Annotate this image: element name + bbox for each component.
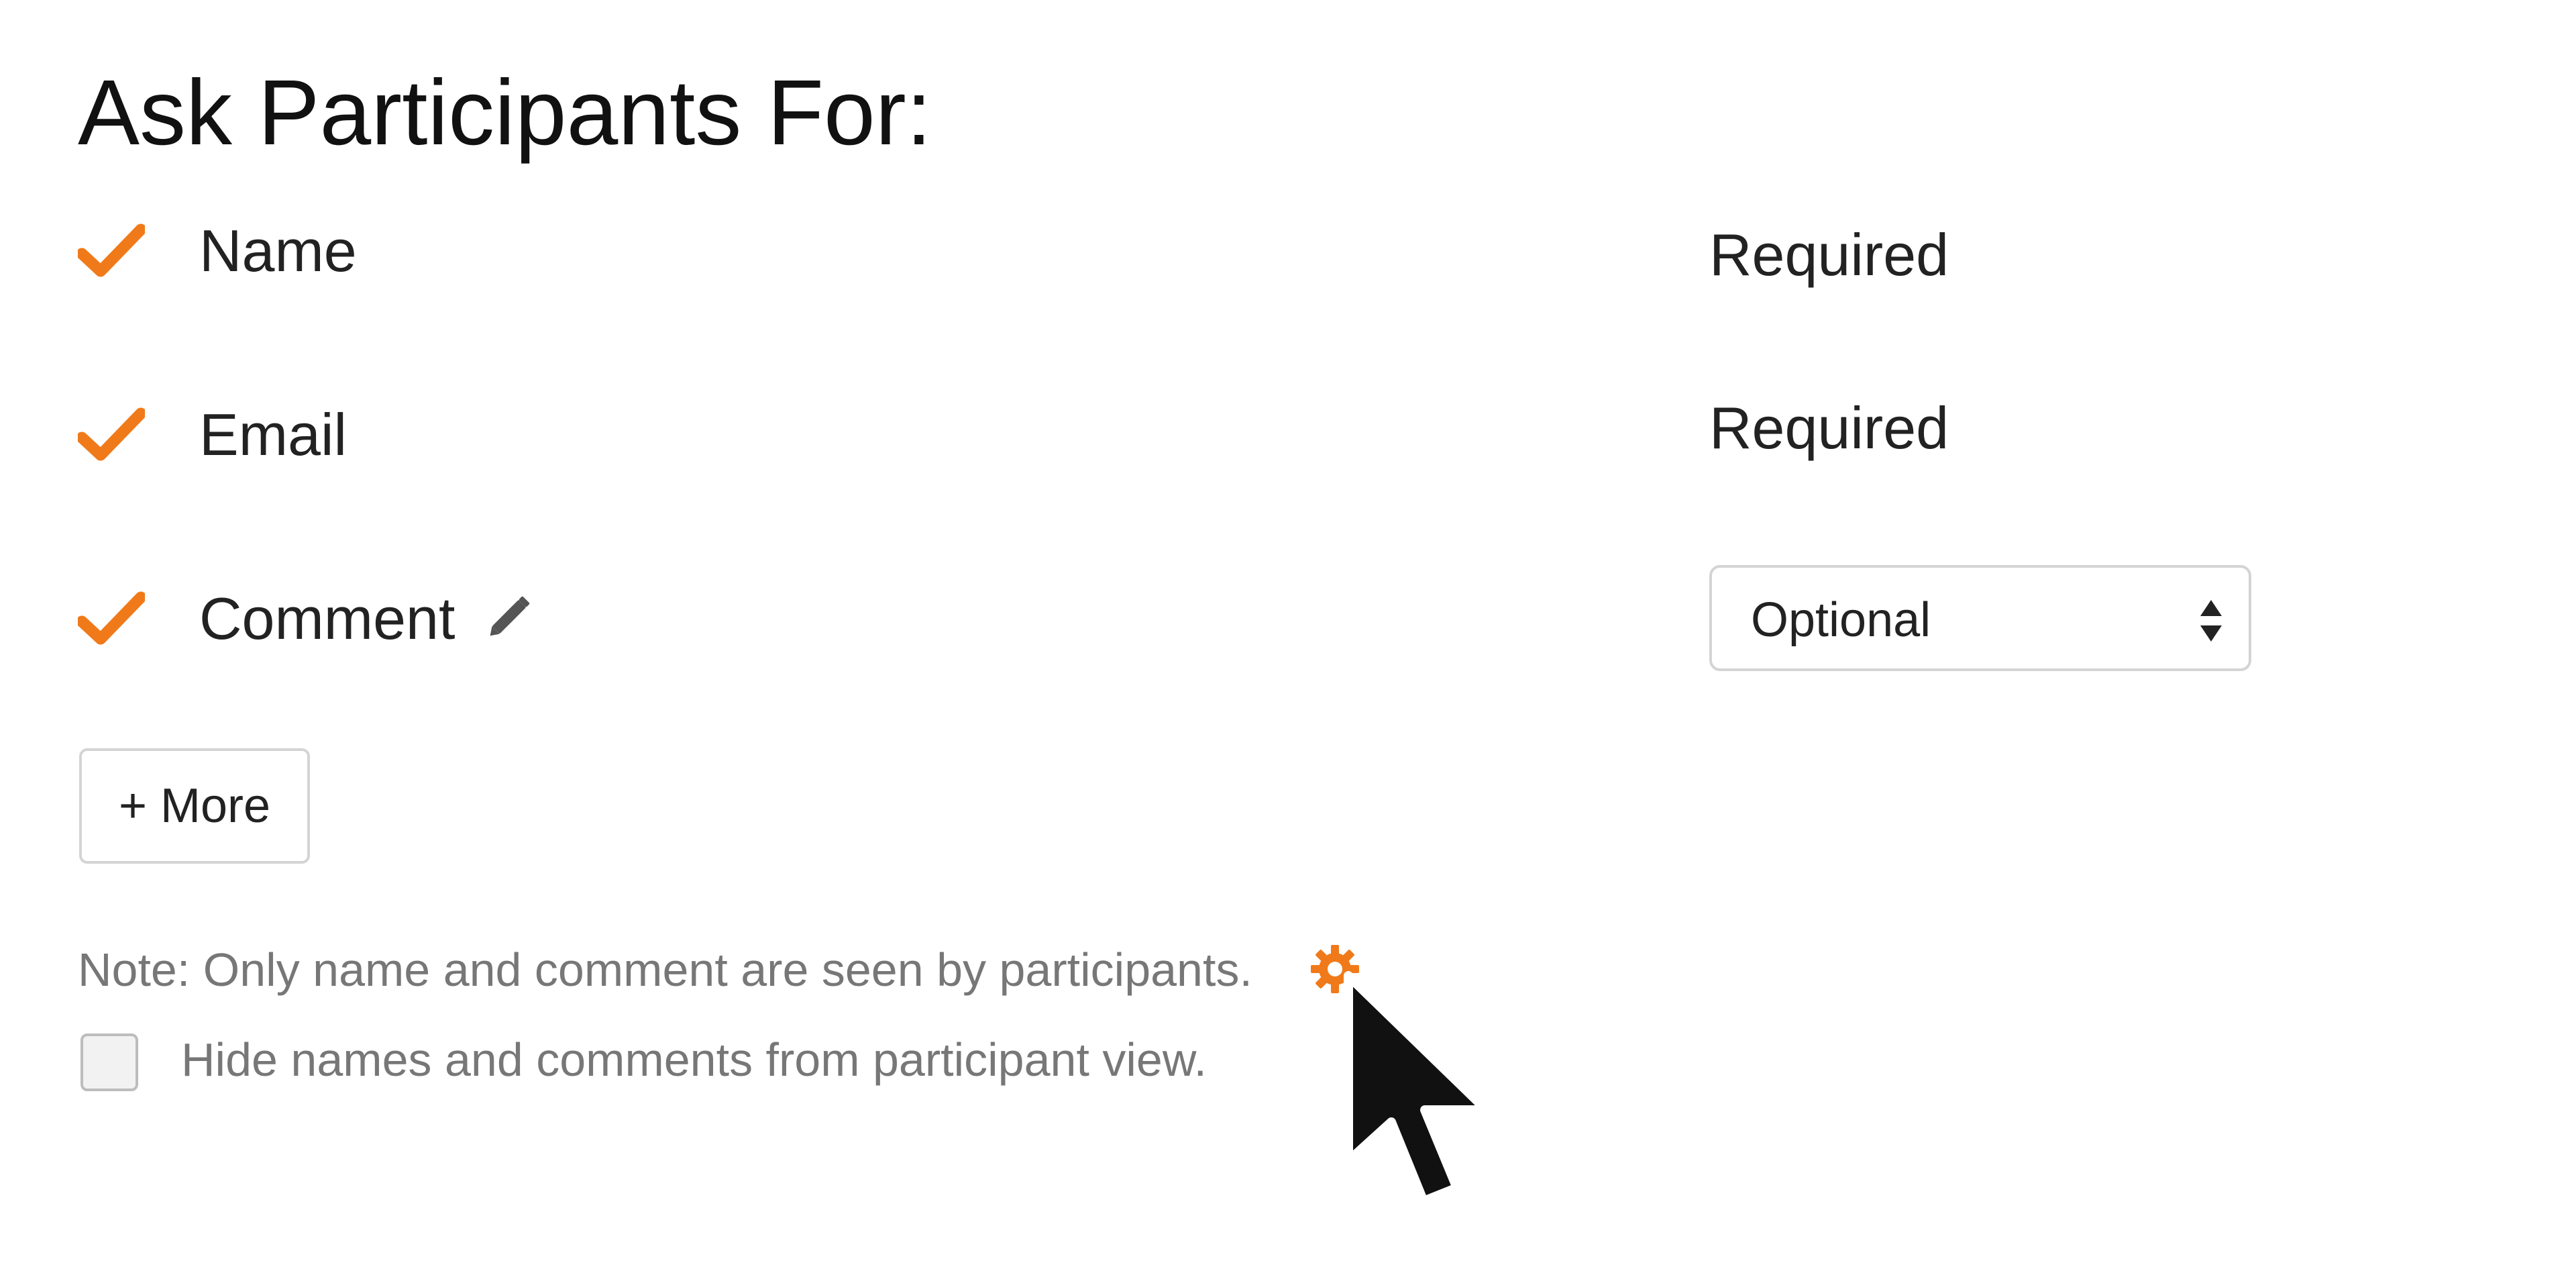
check-icon [78,591,145,645]
select-value: Optional [1751,593,1931,647]
add-more-fields-button[interactable]: + More [79,748,310,864]
select-arrows-icon [2200,600,2222,642]
check-icon [78,407,145,461]
mouse-pointer-icon [1344,971,1491,1206]
page-title: Ask Participants For: [78,61,932,164]
visibility-note: Note: Only name and comment are seen by … [78,944,1252,996]
ask-participants-panel: Ask Participants For: Name Required Emai… [0,0,2576,1263]
requirement-email: Required [1709,395,1949,461]
hide-names-checkbox[interactable] [80,1033,138,1091]
requirement-name: Required [1709,221,1949,288]
field-label-name: Name [199,217,357,284]
hide-names-label[interactable]: Hide names and comments from participant… [181,1029,1207,1090]
field-label-email: Email [199,401,347,468]
field-label-comment: Comment [199,585,455,652]
comment-requirement-select[interactable]: Optional [1709,565,2251,671]
check-icon [78,223,145,277]
pencil-icon[interactable] [480,585,541,646]
